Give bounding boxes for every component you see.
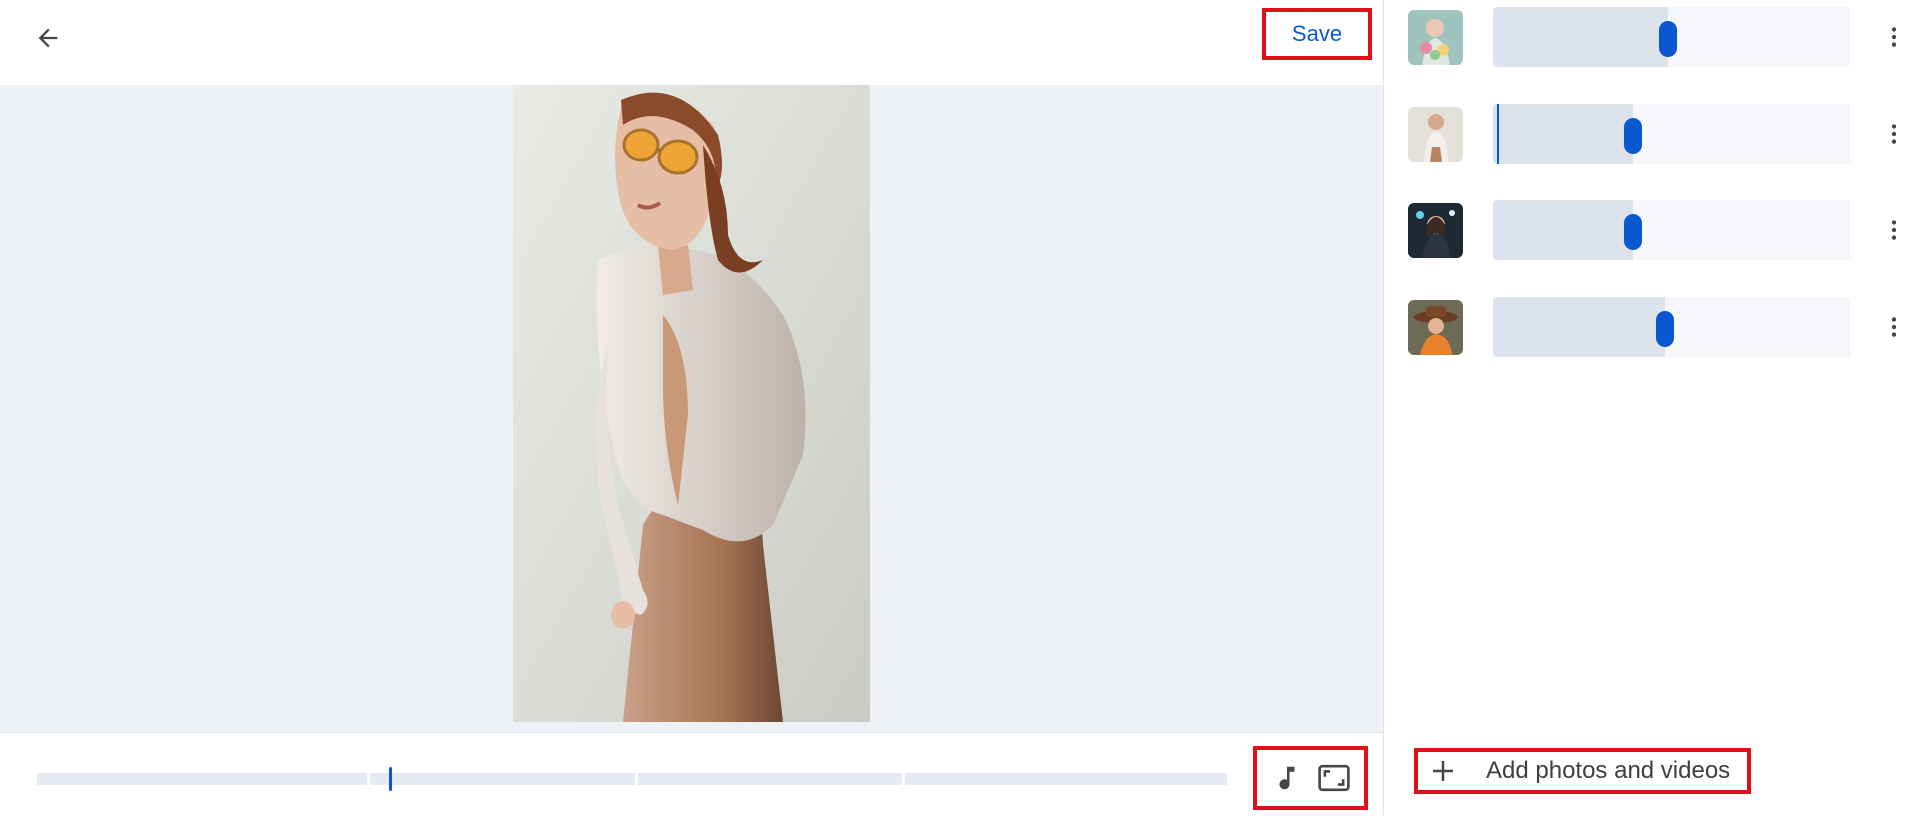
editor-toolbar: Save [0,0,1383,85]
clip-trim-range [1493,7,1669,67]
clip-more-button[interactable] [1874,305,1914,349]
clip-trim-track[interactable] [1493,200,1851,260]
media-preview [0,85,1383,732]
timeline[interactable] [37,767,1227,791]
arrow-left-icon [38,28,58,48]
clip-trim-track[interactable] [1493,104,1851,164]
clip-row[interactable] [1384,200,1920,260]
clip-trim-range [1493,104,1633,164]
plus-icon [1433,761,1453,781]
save-button[interactable]: Save [1262,8,1372,60]
more-vert-icon [1891,27,1897,47]
clip-thumbnail[interactable] [1408,10,1463,65]
music-button[interactable] [1265,756,1309,800]
timeline-segment[interactable] [638,773,902,785]
clip-row[interactable] [1384,297,1920,357]
clip-trim-track[interactable] [1493,7,1851,67]
add-photos-videos-label: Add photos and videos [1486,757,1731,784]
timeline-segment[interactable] [905,773,1227,785]
editor-area: Save [0,0,1383,816]
clip-trim-range [1493,297,1665,357]
aspect-ratio-icon [1318,764,1350,792]
clip-trim-handle[interactable] [1655,311,1674,347]
preview-photo [513,85,870,722]
playhead[interactable] [389,767,392,791]
clip-trim-handle[interactable] [1623,118,1642,154]
clip-trim-handle[interactable] [1623,214,1642,250]
clip-trim-handle[interactable] [1659,21,1678,57]
music-note-icon [1279,766,1295,790]
playback-bar [0,732,1383,816]
clip-trim-range [1493,200,1633,260]
clip-row[interactable] [1384,7,1920,67]
timeline-segment[interactable] [370,773,635,785]
preview-tools [1253,746,1368,810]
more-vert-icon [1891,317,1897,337]
clips-panel: Add photos and videos [1384,0,1920,815]
clip-thumbnail[interactable] [1408,300,1463,355]
clip-thumbnail[interactable] [1408,203,1463,258]
clip-more-button[interactable] [1874,15,1914,59]
aspect-ratio-button[interactable] [1312,756,1356,800]
timeline-segment[interactable] [37,773,367,785]
clip-trim-track[interactable] [1493,297,1851,357]
clip-more-button[interactable] [1874,112,1914,156]
more-vert-icon [1891,124,1897,144]
more-vert-icon [1891,220,1897,240]
clip-row[interactable] [1384,104,1920,164]
add-photos-videos-button[interactable]: Add photos and videos [1414,748,1751,794]
back-button[interactable] [28,18,68,58]
clip-thumbnail[interactable] [1408,107,1463,162]
clip-start-marker[interactable] [1497,104,1499,164]
clip-more-button[interactable] [1874,208,1914,252]
